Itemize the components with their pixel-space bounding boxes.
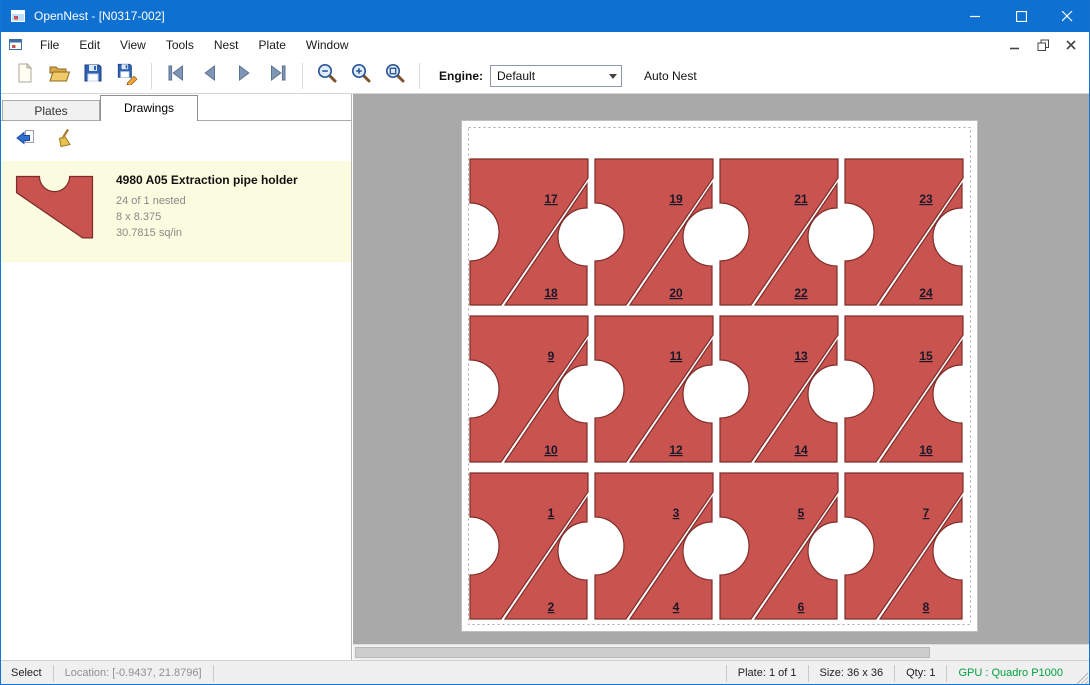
mdi-minimize-button[interactable] — [1004, 36, 1026, 54]
menu-edit[interactable]: Edit — [69, 34, 110, 56]
drawing-nested-count: 24 of 1 nested — [116, 193, 298, 209]
menu-window[interactable]: Window — [296, 34, 359, 56]
mdi-close-button[interactable] — [1060, 36, 1082, 54]
drawing-thumbnail — [10, 169, 102, 254]
chevron-down-icon — [609, 74, 617, 83]
zoom-in-icon — [349, 61, 373, 90]
menu-view[interactable]: View — [110, 34, 156, 56]
open-folder-icon — [47, 61, 71, 90]
part-number: 7 — [923, 506, 930, 520]
menu-nest[interactable]: Nest — [204, 34, 249, 56]
sidebar-tabstrip: Plates Drawings — [0, 94, 351, 121]
save-plate-button[interactable] — [110, 60, 144, 92]
new-button[interactable] — [8, 60, 42, 92]
zoom-out-icon — [315, 61, 339, 90]
app-icon — [10, 8, 26, 24]
engine-label: Engine: — [439, 69, 483, 83]
part-number: 6 — [798, 600, 805, 614]
first-plate-icon — [164, 61, 188, 90]
status-mode: Select — [0, 667, 53, 679]
status-size: Size: 36 x 36 — [809, 667, 895, 679]
drawing-list-item[interactable]: 4980 A05 Extraction pipe holder 24 of 1 … — [0, 161, 351, 262]
auto-nest-button[interactable]: Auto Nest — [638, 66, 703, 86]
previous-plate-icon — [198, 61, 222, 90]
title-bar: OpenNest - [N0317-002] — [0, 0, 1090, 32]
window-title: OpenNest - [N0317-002] — [34, 9, 165, 23]
scrollbar-thumb[interactable] — [355, 647, 930, 658]
save-edit-icon — [115, 61, 139, 90]
resize-grip[interactable] — [1074, 671, 1088, 685]
status-qty: Qty: 1 — [895, 667, 946, 679]
part-number: 14 — [794, 443, 808, 457]
zoom-out-button[interactable] — [310, 60, 344, 92]
part-number: 10 — [544, 443, 558, 457]
status-gpu: GPU : Quadro P1000 — [947, 667, 1074, 679]
mdi-restore-button[interactable] — [1032, 36, 1054, 54]
menu-plate[interactable]: Plate — [249, 34, 296, 56]
zoom-in-button[interactable] — [344, 60, 378, 92]
part-number: 8 — [923, 600, 930, 614]
broom-icon — [54, 127, 76, 154]
drawing-dimensions: 8 x 8.375 — [116, 209, 298, 225]
status-bar: Select Location: [-0.9437, 21.8796] Plat… — [0, 660, 1090, 685]
part-number: 9 — [548, 349, 555, 363]
part-number: 15 — [919, 349, 933, 363]
part-number: 21 — [794, 192, 808, 206]
part-number: 19 — [669, 192, 683, 206]
part-number: 2 — [548, 600, 555, 614]
last-plate-icon — [266, 61, 290, 90]
menu-file[interactable]: File — [30, 34, 69, 56]
open-button[interactable] — [42, 60, 76, 92]
sidebar: Plates Drawings 4980 A05 Extra — [0, 94, 352, 660]
nav-next-button[interactable] — [227, 60, 261, 92]
opennest-window: OpenNest - [N0317-002] File Edit View To… — [0, 0, 1090, 685]
drawings-toolbar — [0, 121, 351, 158]
main-toolbar: Engine: Default Auto Nest — [0, 58, 1090, 94]
save-button[interactable] — [76, 60, 110, 92]
status-location: Location: [-0.9437, 21.8796] — [54, 667, 213, 679]
part-number: 22 — [794, 286, 808, 300]
horizontal-scrollbar[interactable] — [353, 644, 1090, 660]
part-number: 24 — [919, 286, 933, 300]
new-file-icon — [13, 61, 37, 90]
save-icon — [81, 61, 105, 90]
part-number: 1 — [548, 506, 555, 520]
part-number: 18 — [544, 286, 558, 300]
tab-drawings[interactable]: Drawings — [100, 95, 198, 121]
part-number: 5 — [798, 506, 805, 520]
clear-drawings-button[interactable] — [50, 126, 80, 154]
nav-first-button[interactable] — [159, 60, 193, 92]
engine-value: Default — [497, 69, 535, 83]
zoom-fit-icon — [383, 61, 407, 90]
blue-arrow-page-icon — [14, 127, 36, 154]
status-plate: Plate: 1 of 1 — [727, 667, 808, 679]
menu-bar: File Edit View Tools Nest Plate Window — [0, 32, 1090, 58]
part-number: 20 — [669, 286, 683, 300]
part-number: 11 — [670, 349, 683, 363]
minimize-button[interactable] — [952, 0, 998, 32]
part-number: 12 — [669, 443, 683, 457]
part-number: 23 — [919, 192, 933, 206]
drawing-title: 4980 A05 Extraction pipe holder — [116, 173, 298, 187]
tab-plates[interactable]: Plates — [2, 100, 100, 121]
nav-prev-button[interactable] — [193, 60, 227, 92]
part-number: 13 — [794, 349, 808, 363]
part-number: 16 — [919, 443, 933, 457]
import-drawing-button[interactable] — [10, 126, 40, 154]
document-icon[interactable] — [8, 37, 24, 53]
drawing-area: 30.7815 sq/in — [116, 225, 298, 241]
nest-canvas[interactable]: 171819202122232491011121314151612345678 — [353, 94, 1090, 660]
maximize-button[interactable] — [998, 0, 1044, 32]
plate: 171819202122232491011121314151612345678 — [461, 120, 978, 632]
menu-tools[interactable]: Tools — [156, 34, 204, 56]
part-number: 3 — [673, 506, 680, 520]
zoom-fit-button[interactable] — [378, 60, 412, 92]
nav-last-button[interactable] — [261, 60, 295, 92]
part-number: 4 — [673, 600, 680, 614]
close-button[interactable] — [1044, 0, 1090, 32]
next-plate-icon — [232, 61, 256, 90]
part-number: 17 — [544, 192, 558, 206]
engine-select[interactable]: Default — [490, 65, 622, 87]
